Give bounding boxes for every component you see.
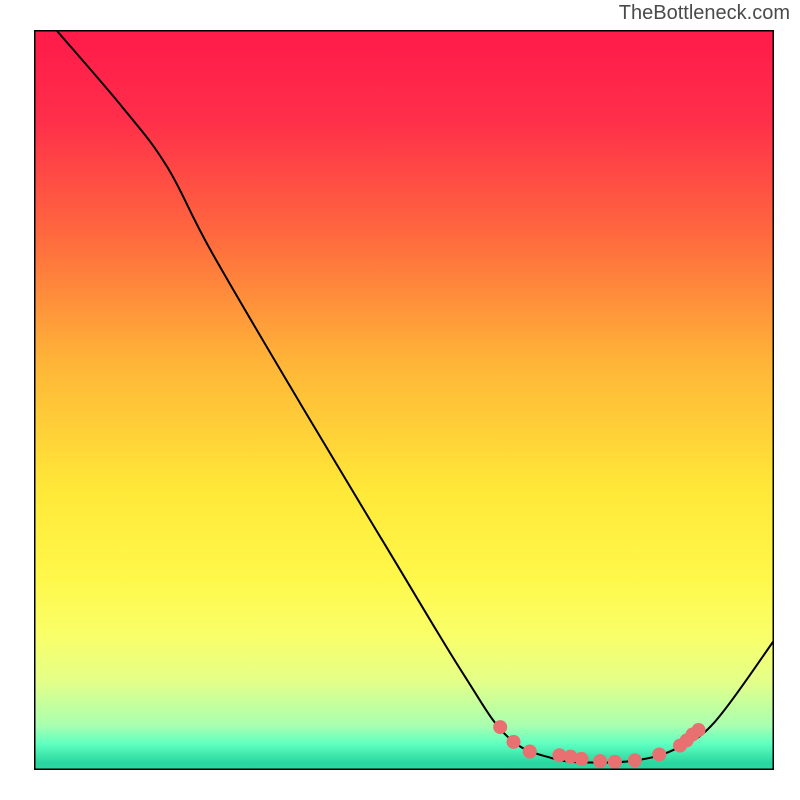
attribution-text: TheBottleneck.com [619, 2, 790, 25]
data-marker [628, 753, 642, 767]
data-marker [575, 752, 589, 766]
plot-svg [34, 30, 774, 770]
data-marker [507, 735, 521, 749]
data-marker [493, 720, 507, 734]
plot-area [34, 30, 774, 770]
data-marker [523, 745, 537, 759]
data-marker [593, 754, 607, 768]
plot-background [34, 30, 774, 770]
data-marker [608, 755, 622, 769]
data-marker [652, 747, 666, 761]
data-marker [692, 723, 706, 737]
